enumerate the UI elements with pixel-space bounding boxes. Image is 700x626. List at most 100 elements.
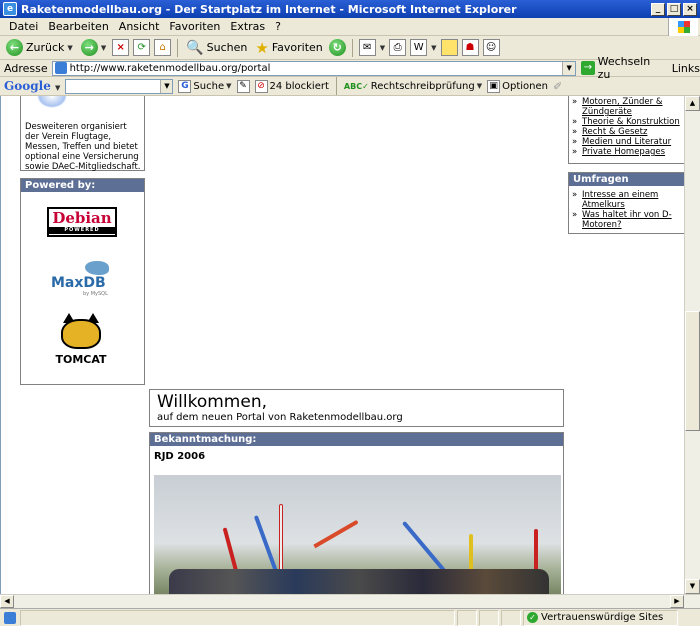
maxdb-logo[interactable]: MaxDB by MySQL — [49, 261, 119, 301]
scroll-right-icon[interactable]: ▶ — [670, 595, 684, 608]
announcement-header: Bekanntmachung: — [150, 433, 563, 446]
google-search-button-dropdown-icon: ▼ — [226, 82, 232, 90]
edit-dropdown-icon[interactable]: ▼ — [431, 44, 436, 52]
scroll-left-icon[interactable]: ◀ — [0, 595, 14, 608]
menu-help[interactable]: ? — [270, 20, 286, 33]
rocket-shape — [253, 515, 279, 573]
mail-dropdown-icon[interactable]: ▼ — [380, 44, 385, 52]
menu-bearbeiten[interactable]: Bearbeiten — [43, 20, 113, 33]
options-button[interactable]: ▣ Optionen — [487, 79, 548, 93]
back-dropdown-icon[interactable]: ▼ — [67, 44, 72, 52]
spellcheck-button[interactable]: ABC✓ Rechtschreibprüfung ▼ — [344, 81, 482, 92]
menu-datei[interactable]: Datei — [4, 20, 43, 33]
category-link[interactable]: » Motoren, Zünder & Zündgeräte — [572, 97, 682, 117]
category-link[interactable]: » Medien und Literatur — [572, 137, 682, 147]
welcome-subtitle: auf dem neuen Portal von Raketenmodellba… — [157, 412, 403, 423]
category-links-box: » Motoren, Zünder & Zündgeräte » Theorie &… — [568, 96, 684, 164]
close-button[interactable]: × — [683, 2, 697, 16]
debian-logo-text: Debian — [52, 209, 112, 227]
highlighter-icon[interactable]: ✐ — [553, 80, 562, 93]
debian-logo-sub: POWERED — [49, 227, 115, 234]
maximize-button[interactable]: □ — [667, 2, 681, 16]
favorites-label: Favoriten — [271, 41, 323, 54]
back-arrow-icon: ← — [6, 39, 23, 56]
edit-icon[interactable]: W — [410, 39, 428, 56]
bullet-icon: » — [572, 127, 578, 137]
page-viewport[interactable]: Desweiteren organisiert der Verein Flugt… — [0, 96, 684, 594]
forward-dropdown-icon[interactable]: ▼ — [101, 44, 106, 52]
popup-blocker-button[interactable]: ⊘ 24 blockiert — [254, 79, 329, 93]
title-bar: e Raketenmodellbau.org - Der Startplatz … — [0, 0, 700, 18]
powered-by-box: Powered by: Debian POWERED MaxDB by MySQ… — [20, 178, 145, 385]
popup-blocked-icon: ⊘ — [254, 79, 268, 93]
google-search-input[interactable]: ▼ — [65, 78, 174, 94]
search-button[interactable]: 🔍 Suchen — [184, 37, 249, 59]
windows-flag-icon — [677, 21, 690, 33]
spellcheck-icon: ABC✓ — [343, 81, 369, 91]
maxdb-logo-by: by MySQL — [83, 291, 108, 297]
google-search-dropdown-icon[interactable]: ▼ — [160, 79, 173, 93]
category-link[interactable]: » Theorie & Konstruktion — [572, 117, 682, 127]
pagerank-icon[interactable]: ✎ — [236, 79, 250, 93]
minimize-button[interactable]: _ — [651, 2, 665, 16]
address-label: Adresse — [4, 61, 48, 75]
category-link[interactable]: » Recht & Gesetz — [572, 127, 682, 137]
print-icon[interactable]: ⎙ — [389, 39, 407, 56]
debian-logo[interactable]: Debian POWERED — [47, 207, 117, 237]
media-icon[interactable]: ↻ — [328, 39, 346, 56]
toolbar-separator — [177, 38, 179, 57]
toolbar-separator — [351, 38, 353, 57]
category-link-label: Theorie & Konstruktion — [582, 117, 680, 127]
bullet-icon: » — [572, 97, 578, 107]
category-link[interactable]: » Private Homepages — [572, 147, 682, 157]
vertical-scrollbar[interactable]: ▲ ▼ — [684, 96, 700, 594]
status-bar: ✓ Vertrauenswürdige Sites — [0, 608, 700, 626]
scroll-down-icon[interactable]: ▼ — [685, 579, 700, 594]
home-icon[interactable]: ⌂ — [154, 39, 172, 56]
poll-link[interactable]: » Intresse an einem Atmelkurs — [572, 190, 682, 210]
security-zone[interactable]: ✓ Vertrauenswürdige Sites — [523, 609, 678, 626]
page-status-icon — [4, 611, 16, 624]
star-icon: ★ — [255, 38, 269, 57]
bullet-icon: » — [572, 137, 578, 147]
welcome-title: Willkommen, — [157, 392, 268, 412]
address-dropdown-icon[interactable]: ▼ — [562, 61, 576, 75]
mail-icon[interactable]: ✉ — [358, 39, 376, 56]
options-icon: ▣ — [487, 79, 501, 93]
menu-favoriten[interactable]: Favoriten — [164, 20, 225, 33]
favorites-button[interactable]: ★ Favoriten — [253, 37, 324, 59]
note-icon[interactable] — [440, 39, 458, 56]
menu-extras[interactable]: Extras — [225, 20, 270, 33]
windows-logo — [668, 18, 698, 36]
research-icon[interactable]: ☗ — [461, 39, 479, 56]
forward-button[interactable]: → ▼ — [79, 37, 108, 59]
bullet-icon: » — [572, 190, 578, 200]
google-logo-text: Google — [4, 79, 51, 93]
powered-by-header: Powered by: — [21, 179, 144, 192]
refresh-icon[interactable]: ⟳ — [133, 39, 151, 56]
search-label: Suchen — [206, 41, 248, 54]
security-zone-label: Vertrauenswürdige Sites — [541, 612, 664, 623]
status-cell — [479, 609, 499, 626]
spellcheck-label: Rechtschreibprüfung — [370, 80, 475, 92]
address-input[interactable]: http://www.raketenmodellbau.org/portal ▼ — [51, 60, 577, 76]
poll-link-label: Intresse an einem Atmelkurs — [582, 190, 659, 210]
forward-arrow-icon: → — [80, 39, 98, 56]
poll-link[interactable]: » Was haltet ihr von D-Motoren? — [572, 210, 682, 230]
intro-text: Desweiteren organisiert der Verein Flugt… — [25, 122, 141, 172]
vertical-scroll-thumb[interactable] — [685, 311, 700, 431]
messenger-icon[interactable]: ☺ — [482, 39, 500, 56]
google-search-button[interactable]: G Suche ▼ — [178, 79, 232, 93]
crowd-shape — [169, 569, 549, 594]
scroll-up-icon[interactable]: ▲ — [685, 96, 700, 111]
tomcat-logo[interactable]: TOMCAT — [51, 313, 111, 371]
links-button[interactable]: Links — [672, 62, 700, 75]
category-link-label: Medien und Literatur — [582, 137, 672, 147]
spellcheck-dropdown-icon: ▼ — [476, 82, 483, 90]
menu-ansicht[interactable]: Ansicht — [114, 20, 165, 33]
google-logo[interactable]: Google ▼ — [4, 79, 60, 93]
stop-icon[interactable]: × — [112, 39, 130, 56]
tomcat-logo-text: TOMCAT — [55, 353, 107, 366]
horizontal-scrollbar[interactable]: ◀ ▶ — [0, 594, 700, 608]
back-button[interactable]: ← Zurück ▼ — [4, 37, 75, 59]
